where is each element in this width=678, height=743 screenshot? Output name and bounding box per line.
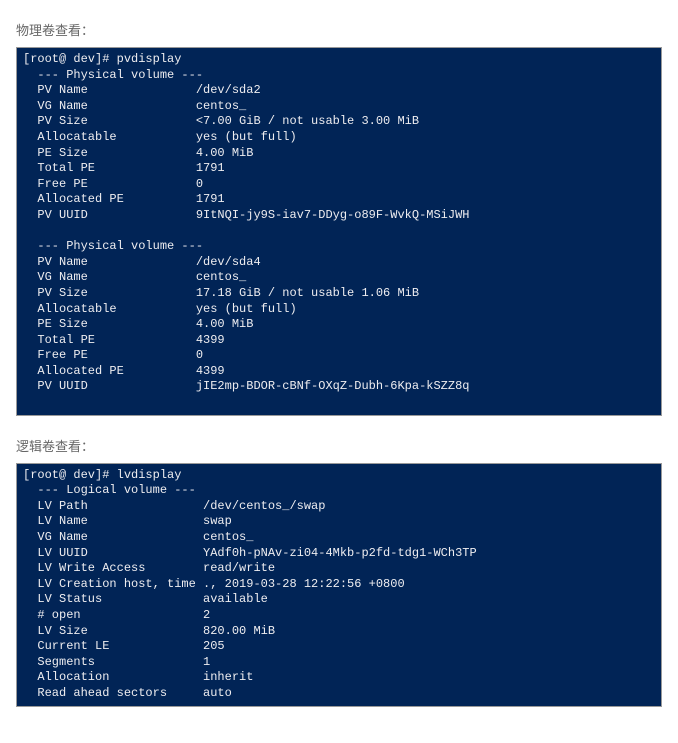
lv-read-ahead: Read ahead sectors auto xyxy=(23,686,232,700)
pv1-size: PV Size <7.00 GiB / not usable 3.00 MiB xyxy=(23,114,419,128)
section-label-pv: 物理卷查看： xyxy=(16,20,662,39)
command-text-2: lvdisplay xyxy=(117,468,182,482)
pv1-totalpe: Total PE 1791 xyxy=(23,161,225,175)
lv-segments: Segments 1 xyxy=(23,655,210,669)
pv1-vgname: VG Name centos_ xyxy=(23,99,246,113)
lv-size: LV Size 820.00 MiB xyxy=(23,624,275,638)
pv-header-2: --- Physical volume --- xyxy=(23,239,203,253)
pv1-allocpe: Allocated PE 1791 xyxy=(23,192,225,206)
lv-write-access: LV Write Access read/write xyxy=(23,561,275,575)
pv2-totalpe: Total PE 4399 xyxy=(23,333,225,347)
lv-allocation: Allocation inherit xyxy=(23,670,253,684)
pv2-name: PV Name /dev/sda4 xyxy=(23,255,261,269)
pv2-size: PV Size 17.18 GiB / not usable 1.06 MiB xyxy=(23,286,419,300)
pv2-vgname: VG Name centos_ xyxy=(23,270,246,284)
lv-uuid: LV UUID YAdf0h-pNAv-zi04-4Mkb-p2fd-tdg1-… xyxy=(23,546,477,560)
pv2-allocatable: Allocatable yes (but full) xyxy=(23,302,297,316)
lv-header: --- Logical volume --- xyxy=(23,483,196,497)
pv1-freepe: Free PE 0 xyxy=(23,177,203,191)
pv1-uuid: PV UUID 9ItNQI-jy9S-iav7-DDyg-o89F-WvkQ-… xyxy=(23,208,469,222)
pv1-pesize: PE Size 4.00 MiB xyxy=(23,146,253,160)
lv-current-le: Current LE 205 xyxy=(23,639,225,653)
terminal-lvdisplay: [root@ dev]# lvdisplay --- Logical volum… xyxy=(16,463,662,707)
pv2-pesize: PE Size 4.00 MiB xyxy=(23,317,253,331)
lv-status: LV Status available xyxy=(23,592,268,606)
pv2-uuid: PV UUID jIE2mp-BDOR-cBNf-OXqZ-Dubh-6Kpa-… xyxy=(23,379,469,393)
pv2-freepe: Free PE 0 xyxy=(23,348,203,362)
pv1-allocatable: Allocatable yes (but full) xyxy=(23,130,297,144)
command-text: pvdisplay xyxy=(117,52,182,66)
lv-creation: LV Creation host, time ., 2019-03-28 12:… xyxy=(23,577,405,591)
pv1-name: PV Name /dev/sda2 xyxy=(23,83,261,97)
pv-header: --- Physical volume --- xyxy=(23,68,203,82)
pv2-allocpe: Allocated PE 4399 xyxy=(23,364,225,378)
shell-prompt: [root@ dev]# xyxy=(23,52,117,66)
section-label-lv: 逻辑卷查看： xyxy=(16,436,662,455)
lv-path: LV Path /dev/centos_/swap xyxy=(23,499,325,513)
lv-vgname: VG Name centos_ xyxy=(23,530,253,544)
shell-prompt-2: [root@ dev]# xyxy=(23,468,117,482)
lv-name: LV Name swap xyxy=(23,514,232,528)
lv-open: # open 2 xyxy=(23,608,210,622)
terminal-pvdisplay: [root@ dev]# pvdisplay --- Physical volu… xyxy=(16,47,662,416)
